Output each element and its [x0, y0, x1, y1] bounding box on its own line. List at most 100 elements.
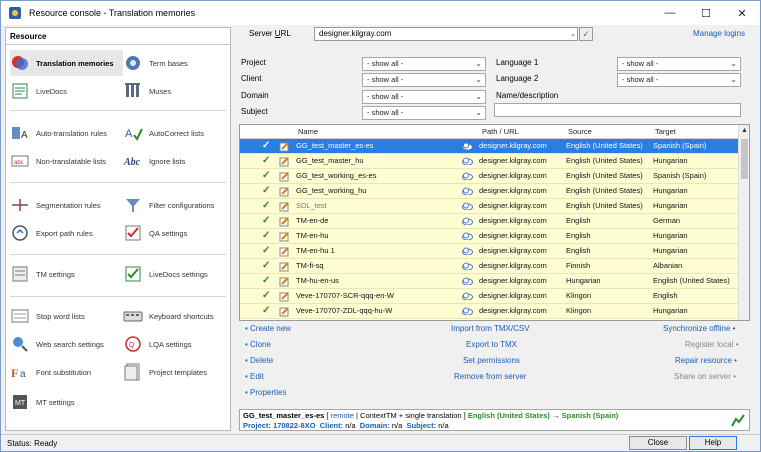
checkmark-icon[interactable]: ✓	[579, 27, 593, 41]
scroll-up-icon[interactable]: ▲	[741, 127, 748, 134]
remove-from-server-link[interactable]: Remove from server	[454, 372, 526, 381]
resource-lqa-settings[interactable]: Q LQA settings	[123, 331, 233, 357]
resource-info-panel: GG_test_master_es-es [ remote | ContextT…	[239, 409, 750, 431]
close-button[interactable]: Close	[629, 436, 687, 450]
import-tmx-link[interactable]: Import from TMX/CSV	[451, 324, 530, 333]
language1-select[interactable]: - show all - ⌄	[617, 57, 741, 71]
help-button[interactable]: Help	[689, 436, 737, 450]
register-local-link[interactable]: Register local •	[685, 340, 739, 349]
table-row[interactable]: ✓ SDL_test designer.kilgray.com English (Un…	[240, 199, 740, 214]
column-source[interactable]: Source	[568, 127, 592, 136]
checkmark-icon[interactable]: ✓	[262, 215, 270, 226]
checkmark-icon[interactable]: ✓	[262, 230, 270, 241]
create-new-link[interactable]: • Create new	[245, 324, 291, 333]
muses-icon	[125, 83, 140, 97]
chevron-down-icon[interactable]: ⌄	[570, 29, 576, 41]
window-controls: — ☐ ✕	[652, 1, 760, 25]
resource-project-templates[interactable]: Project templates	[123, 359, 233, 385]
column-path-url[interactable]: Path / URL	[482, 127, 519, 136]
edit-pencil-icon	[279, 247, 289, 257]
table-row[interactable]: ✓ Veve-170707-ZDL-qqq-hu-W designer.kilgra…	[240, 304, 740, 319]
table-row[interactable]: ✓ GG_test_master_hu designer.kilgray.com En…	[240, 154, 740, 169]
checkmark-icon[interactable]: ✓	[262, 290, 270, 301]
manage-logins-link[interactable]: Manage logins	[693, 29, 745, 38]
resource-ignore-lists[interactable]: Abc Ignore lists	[123, 148, 233, 174]
export-tmx-link[interactable]: Export to TMX	[466, 340, 517, 349]
close-window-button[interactable]: ✕	[724, 1, 760, 25]
table-row[interactable]: ✓ TM-en-hu designer.kilgray.com English Hung…	[240, 229, 740, 244]
column-target[interactable]: Target	[655, 127, 676, 136]
checkmark-icon[interactable]: ✓	[262, 140, 270, 151]
resource-label: Font substitution	[36, 367, 92, 377]
resource-translation-memories[interactable]: Translation memories	[10, 50, 123, 76]
resource-autocorrect-lists[interactable]: A AutoCorrect lists	[123, 120, 233, 146]
autocorrect-lists-icon: A	[125, 128, 143, 141]
repair-resource-link[interactable]: Repair resource •	[675, 356, 737, 365]
language2-select[interactable]: - show all - ⌄	[617, 73, 741, 87]
resource-segmentation-rules[interactable]: Segmentation rules	[10, 192, 123, 218]
chevron-down-icon: ⌄	[730, 59, 737, 68]
clone-link[interactable]: • Clone	[245, 340, 271, 349]
checkmark-icon[interactable]: ✓	[262, 245, 270, 256]
resource-export-path-rules[interactable]: Export path rules	[10, 220, 123, 246]
table-row[interactable]: ✓ GG_test_working_hu designer.kilgray.com E…	[240, 184, 740, 199]
table-row[interactable]: ✓ TM-en-de designer.kilgray.com English Germ…	[240, 214, 740, 229]
column-name[interactable]: Name	[298, 127, 318, 136]
properties-link[interactable]: • Properties	[245, 388, 286, 397]
resource-auto-translation-rules[interactable]: A Auto-translation rules	[10, 120, 123, 146]
resource-livedocs-settings[interactable]: LiveDocs settings	[123, 261, 233, 287]
resource-stop-word-lists[interactable]: Stop word lists	[10, 303, 123, 329]
resource-keyboard-shortcuts[interactable]: Keyboard shortcuts	[123, 303, 233, 329]
table-row[interactable]: ✓ GG_test_master_es-es designer.kilgray.co…	[240, 139, 740, 154]
resource-web-search-settings[interactable]: Web search settings	[10, 331, 123, 357]
resource-filter-configurations[interactable]: Filter configurations	[123, 192, 233, 218]
checkmark-icon[interactable]: ✓	[262, 155, 270, 166]
cell-url: designer.kilgray.com	[479, 246, 547, 255]
vertical-scrollbar[interactable]: ▲	[738, 125, 749, 320]
edit-link[interactable]: • Edit	[245, 372, 264, 381]
resource-label: Segmentation rules	[36, 200, 101, 210]
resource-qa-settings[interactable]: QA settings	[123, 220, 233, 246]
resource-tm-settings[interactable]: TM settings	[10, 261, 123, 287]
statistics-icon[interactable]	[731, 413, 745, 427]
table-row[interactable]: ✓ TM-hu-en-us designer.kilgray.com Hungaria…	[240, 274, 740, 289]
table-row[interactable]: ✓ TM-fi-sq designer.kilgray.com Finnish Alba…	[240, 259, 740, 274]
table-row[interactable]: ✓ Veve-170707-SCR-qqq-en-W designer.kilgra…	[240, 289, 740, 304]
help-button-label: Help	[704, 438, 722, 447]
checkmark-icon[interactable]: ✓	[262, 260, 270, 271]
server-url-input[interactable]: designer.kilgray.com ⌄	[314, 27, 578, 41]
maximize-button[interactable]: ☐	[688, 1, 724, 25]
table-row[interactable]: ✓ TM-en-hu 1 designer.kilgray.com English Hu…	[240, 244, 740, 259]
resource-livedocs[interactable]: LiveDocs	[10, 78, 123, 104]
resource-mt-settings[interactable]: MT MT settings	[10, 389, 123, 415]
server-url-label: Server URL	[249, 29, 291, 38]
checkmark-icon[interactable]: ✓	[262, 275, 270, 286]
checkmark-icon[interactable]: ✓	[262, 170, 270, 181]
resource-muses[interactable]: Muses	[123, 78, 233, 104]
subject-select[interactable]: - show all - ⌄	[362, 106, 486, 120]
delete-link[interactable]: • Delete	[245, 356, 273, 365]
project-select[interactable]: - show all - ⌄	[362, 57, 486, 71]
info-project-value: 170822-8XO	[273, 421, 316, 430]
resource-label: Muses	[149, 86, 172, 96]
domain-select[interactable]: - show all - ⌄	[362, 90, 486, 104]
resource-label: Translation memories	[36, 58, 114, 68]
synchronize-offline-link[interactable]: Synchronize offline •	[663, 324, 735, 333]
checkmark-icon[interactable]: ✓	[262, 185, 270, 196]
edit-pencil-icon	[279, 232, 289, 242]
checkmark-icon[interactable]: ✓	[262, 305, 270, 316]
set-permissions-link[interactable]: Set permissions	[463, 356, 520, 365]
share-on-server-link[interactable]: Share on server •	[674, 372, 736, 381]
name-description-input[interactable]	[494, 103, 741, 117]
resource-non-translatable-lists[interactable]: abc Non-translatable lists	[10, 148, 123, 174]
resource-font-substitution[interactable]: Fa Font substitution	[10, 359, 123, 385]
cloud-icon	[462, 202, 473, 210]
checkmark-icon[interactable]: ✓	[262, 200, 270, 211]
minimize-button[interactable]: —	[652, 1, 688, 25]
cell-source: English	[566, 246, 591, 255]
scroll-thumb[interactable]	[741, 139, 748, 179]
resource-term-bases[interactable]: Term bases	[123, 50, 233, 76]
client-select[interactable]: - show all - ⌄	[362, 73, 486, 87]
cell-url: designer.kilgray.com	[479, 231, 547, 240]
table-row[interactable]: ✓ GG_test_working_es-es designer.kilgray.c…	[240, 169, 740, 184]
